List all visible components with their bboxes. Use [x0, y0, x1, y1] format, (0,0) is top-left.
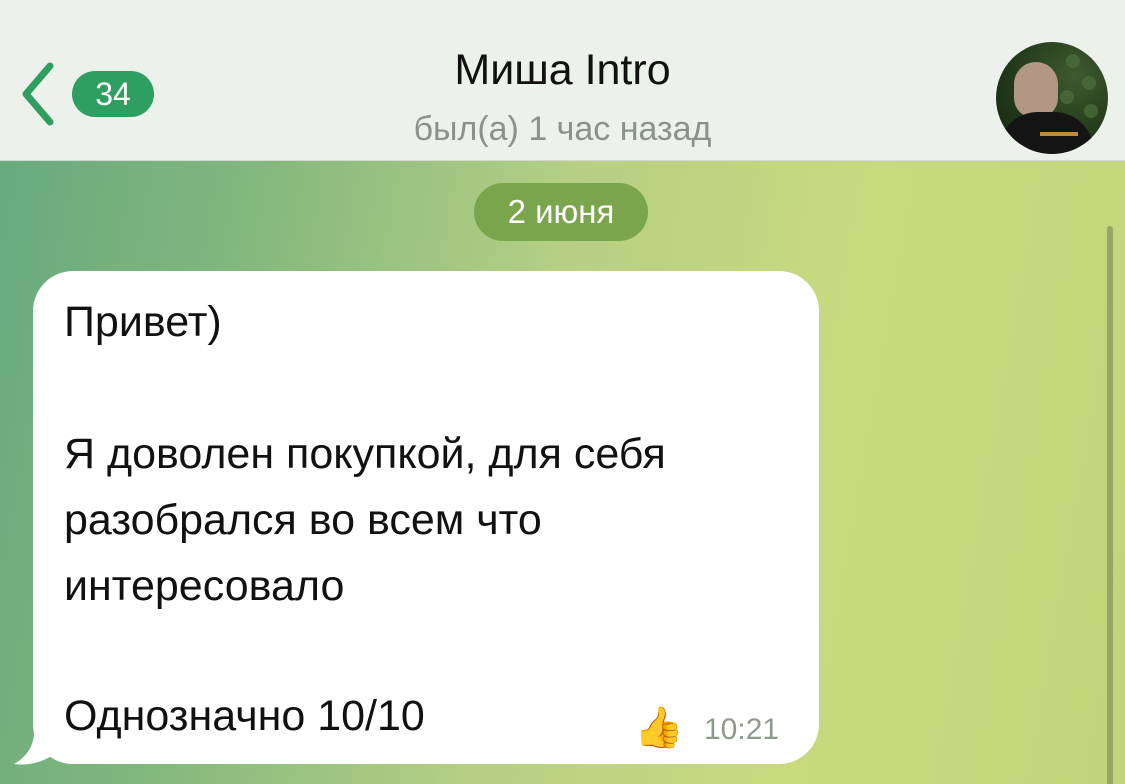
avatar-leaf: [1082, 76, 1096, 90]
scrollbar[interactable]: [1107, 226, 1113, 784]
message-line-1: Привет): [64, 298, 222, 346]
avatar-leaf: [1060, 90, 1074, 104]
message-line-5: Однозначно 10/10: [64, 692, 425, 740]
avatar[interactable]: [996, 42, 1108, 154]
message-line-3: разобрался во всем что: [64, 496, 542, 544]
message-time: 10:21: [704, 713, 780, 746]
chat-header: 34 Миша Intro был(а) 1 час назад: [0, 0, 1125, 161]
avatar-stripe: [1040, 132, 1078, 136]
contact-name: Миша Intro: [454, 46, 671, 94]
avatar-leaf: [1066, 54, 1080, 68]
message-line-4: интересовало: [64, 562, 345, 610]
date-separator: 2 июня: [474, 183, 648, 241]
avatar-leaf: [1084, 104, 1098, 118]
message-line-2: Я доволен покупкой, для себя: [64, 430, 666, 478]
avatar-head: [1014, 62, 1058, 118]
chat-title-area[interactable]: Миша Intro был(а) 1 час назад: [0, 44, 1125, 150]
thumbs-up-icon[interactable]: 👍: [634, 704, 684, 752]
last-seen-status: был(а) 1 час назад: [413, 110, 712, 148]
